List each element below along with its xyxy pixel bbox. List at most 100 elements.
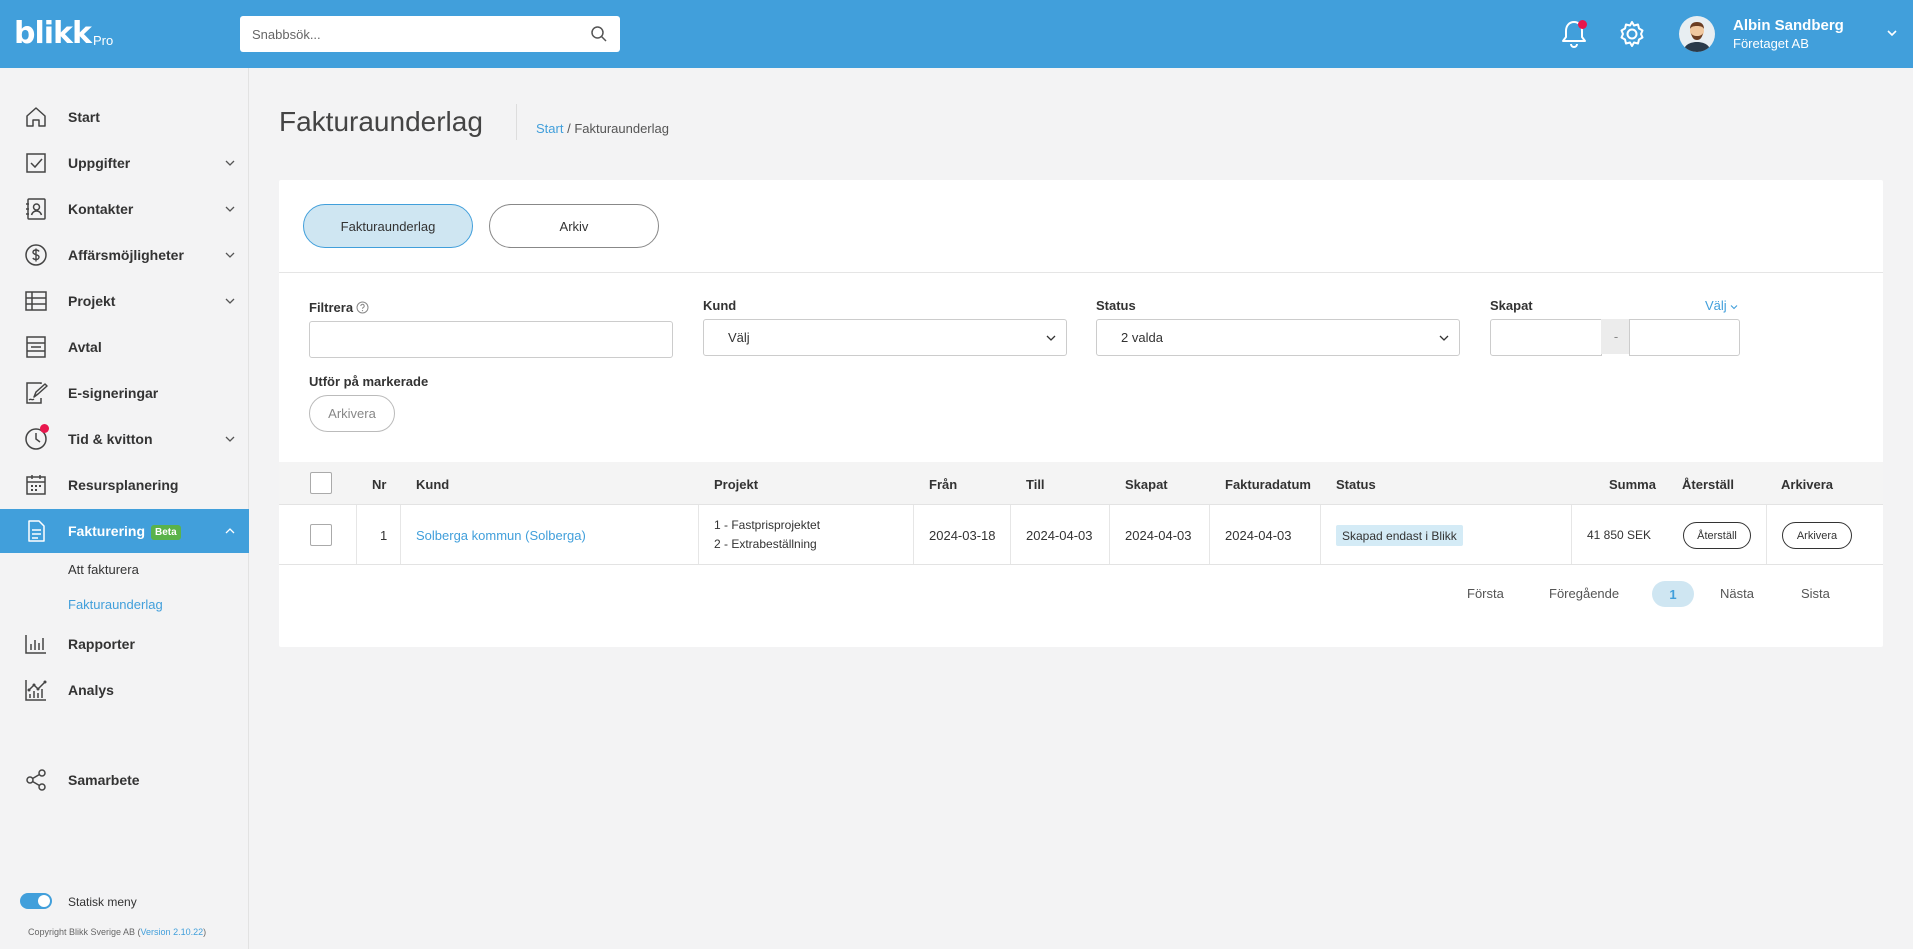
blikk-logo[interactable]: blikk — [14, 16, 92, 51]
created-range-select-text: Välj — [1705, 298, 1727, 313]
created-from-input[interactable] — [1490, 319, 1602, 356]
sidebar-subitem-att-fakturera[interactable]: Att fakturera — [68, 562, 139, 577]
sidebar-item-label: Rapporter — [68, 636, 135, 652]
table-row[interactable]: 1 Solberga kommun (Solberga) 1 - Fastpri… — [279, 505, 1883, 565]
pagination-last[interactable]: Sista — [1801, 586, 1830, 601]
notification-badge — [40, 424, 49, 433]
tab-fakturaunderlag[interactable]: Fakturaunderlag — [303, 204, 473, 248]
filter-input[interactable] — [309, 321, 673, 358]
column-divider — [1571, 505, 1572, 564]
cell-skapat: 2024-04-03 — [1125, 528, 1192, 543]
chevron-down-icon[interactable] — [1886, 28, 1898, 38]
pagination-first[interactable]: Första — [1467, 586, 1504, 601]
sidebar-item-kontakter[interactable]: Kontakter — [0, 187, 249, 231]
chevron-down-icon — [225, 206, 235, 212]
cell-kund-link[interactable]: Solberga kommun (Solberga) — [416, 528, 586, 543]
created-to-input[interactable] — [1629, 319, 1740, 356]
sidebar-item-avtal[interactable]: Avtal — [0, 325, 249, 369]
cell-projekt-2: 2 - Extrabeställning — [714, 537, 817, 551]
cell-projekt-1: 1 - Fastprisprojektet — [714, 518, 821, 532]
sidebar-item-analys[interactable]: Analys — [0, 668, 249, 712]
breadcrumb-separator: / — [563, 121, 575, 136]
search-box — [240, 16, 620, 52]
title-divider — [516, 104, 517, 140]
tab-arkiv[interactable]: Arkiv — [489, 204, 659, 248]
help-icon[interactable] — [356, 301, 369, 314]
copyright: Copyright Blikk Sverige AB (Version 2.10… — [28, 927, 206, 937]
breadcrumb-home[interactable]: Start — [536, 121, 563, 136]
contact-icon — [26, 198, 46, 220]
column-header-status[interactable]: Status — [1336, 477, 1376, 492]
sidebar-item-e-signeringar[interactable]: E-signeringar — [0, 371, 249, 415]
sidebar-item-rapporter[interactable]: Rapporter — [0, 622, 249, 666]
restore-button[interactable]: Återställ — [1683, 522, 1751, 549]
column-header-skapat[interactable]: Skapat — [1125, 477, 1168, 492]
sidebar-item-projekt[interactable]: Projekt — [0, 279, 249, 323]
sidebar-item-tid-kvitton[interactable]: Tid & kvitton — [0, 417, 249, 461]
column-divider — [698, 505, 699, 564]
cell-nr: 1 — [380, 528, 388, 543]
sidebar-item-samarbete[interactable]: Samarbete — [0, 758, 249, 802]
column-header-nr[interactable]: Nr — [372, 477, 386, 492]
user-company: Företaget AB — [1733, 36, 1809, 51]
column-divider — [1766, 505, 1767, 564]
filter-label-text: Filtrera — [309, 300, 354, 315]
pagination-previous[interactable]: Föregående — [1549, 586, 1619, 601]
sidebar-item-resursplanering[interactable]: Resursplanering — [0, 463, 249, 507]
column-header-kund[interactable]: Kund — [416, 477, 449, 492]
sidebar-item-label: Samarbete — [68, 772, 140, 788]
column-header-projekt[interactable]: Projekt — [714, 477, 758, 492]
column-divider — [1109, 505, 1110, 564]
sidebar-item-affarsmojligheter[interactable]: Affärsmöjligheter — [0, 233, 249, 277]
sidebar-item-fakturering[interactable]: Fakturering Beta — [0, 509, 249, 553]
pagination-next[interactable]: Nästa — [1720, 586, 1754, 601]
column-divider — [400, 505, 401, 564]
archive-button[interactable]: Arkivera — [1782, 522, 1852, 549]
chevron-down-icon — [1439, 335, 1449, 341]
copyright-text: Copyright Blikk Sverige AB ( — [28, 927, 141, 937]
sidebar-item-label: Projekt — [68, 293, 116, 309]
created-range-select[interactable]: Välj — [1705, 298, 1738, 313]
bulk-archive-button[interactable]: Arkivera — [309, 395, 395, 432]
static-menu-label: Statisk meny — [68, 895, 137, 909]
pagination-current-page[interactable]: 1 — [1652, 581, 1694, 607]
table-header: Nr Kund Projekt Från Till Skapat Faktura… — [279, 462, 1883, 505]
date-range-separator: - — [1601, 319, 1631, 354]
status-select[interactable]: 2 valda — [1096, 319, 1460, 356]
avatar[interactable] — [1679, 16, 1715, 52]
bar-chart-icon — [25, 635, 46, 654]
search-icon[interactable] — [590, 25, 608, 43]
column-header-summa[interactable]: Summa — [1609, 477, 1656, 492]
chevron-down-icon — [225, 160, 235, 166]
column-header-arkivera: Arkivera — [1781, 477, 1834, 492]
cell-fran: 2024-03-18 — [929, 528, 996, 543]
sidebar-item-label: Resursplanering — [68, 477, 179, 493]
customer-select[interactable]: Välj — [703, 319, 1067, 356]
sidebar-item-label: Kontakter — [68, 201, 134, 217]
column-header-till[interactable]: Till — [1026, 477, 1045, 492]
sidebar-item-start[interactable]: Start — [0, 95, 249, 139]
static-menu-toggle[interactable] — [20, 893, 52, 909]
column-divider — [913, 505, 914, 564]
sidebar-item-label: Tid & kvitton — [68, 431, 153, 447]
version-link[interactable]: Version 2.10.22 — [141, 927, 204, 937]
filter-label: Filtrera — [309, 300, 369, 315]
chevron-down-icon — [1046, 335, 1056, 341]
search-input[interactable] — [252, 26, 590, 42]
customer-label: Kund — [703, 298, 737, 313]
status-label: Status — [1096, 298, 1136, 313]
chevron-up-icon — [225, 528, 235, 534]
row-checkbox[interactable] — [310, 524, 332, 546]
home-icon — [26, 107, 46, 127]
breadcrumb: Start / Fakturaunderlag — [536, 121, 669, 136]
column-header-fran[interactable]: Från — [929, 477, 957, 492]
cell-till: 2024-04-03 — [1026, 528, 1093, 543]
user-name[interactable]: Albin Sandberg — [1733, 17, 1844, 34]
analytics-icon — [25, 680, 47, 701]
sidebar-item-uppgifter[interactable]: Uppgifter — [0, 141, 249, 185]
sidebar-subitem-fakturaunderlag[interactable]: Fakturaunderlag — [68, 597, 163, 612]
column-header-fakturadatum[interactable]: Fakturadatum — [1225, 477, 1311, 492]
select-all-checkbox[interactable] — [310, 472, 332, 494]
gear-icon[interactable] — [1617, 19, 1647, 49]
chevron-down-icon — [225, 436, 235, 442]
